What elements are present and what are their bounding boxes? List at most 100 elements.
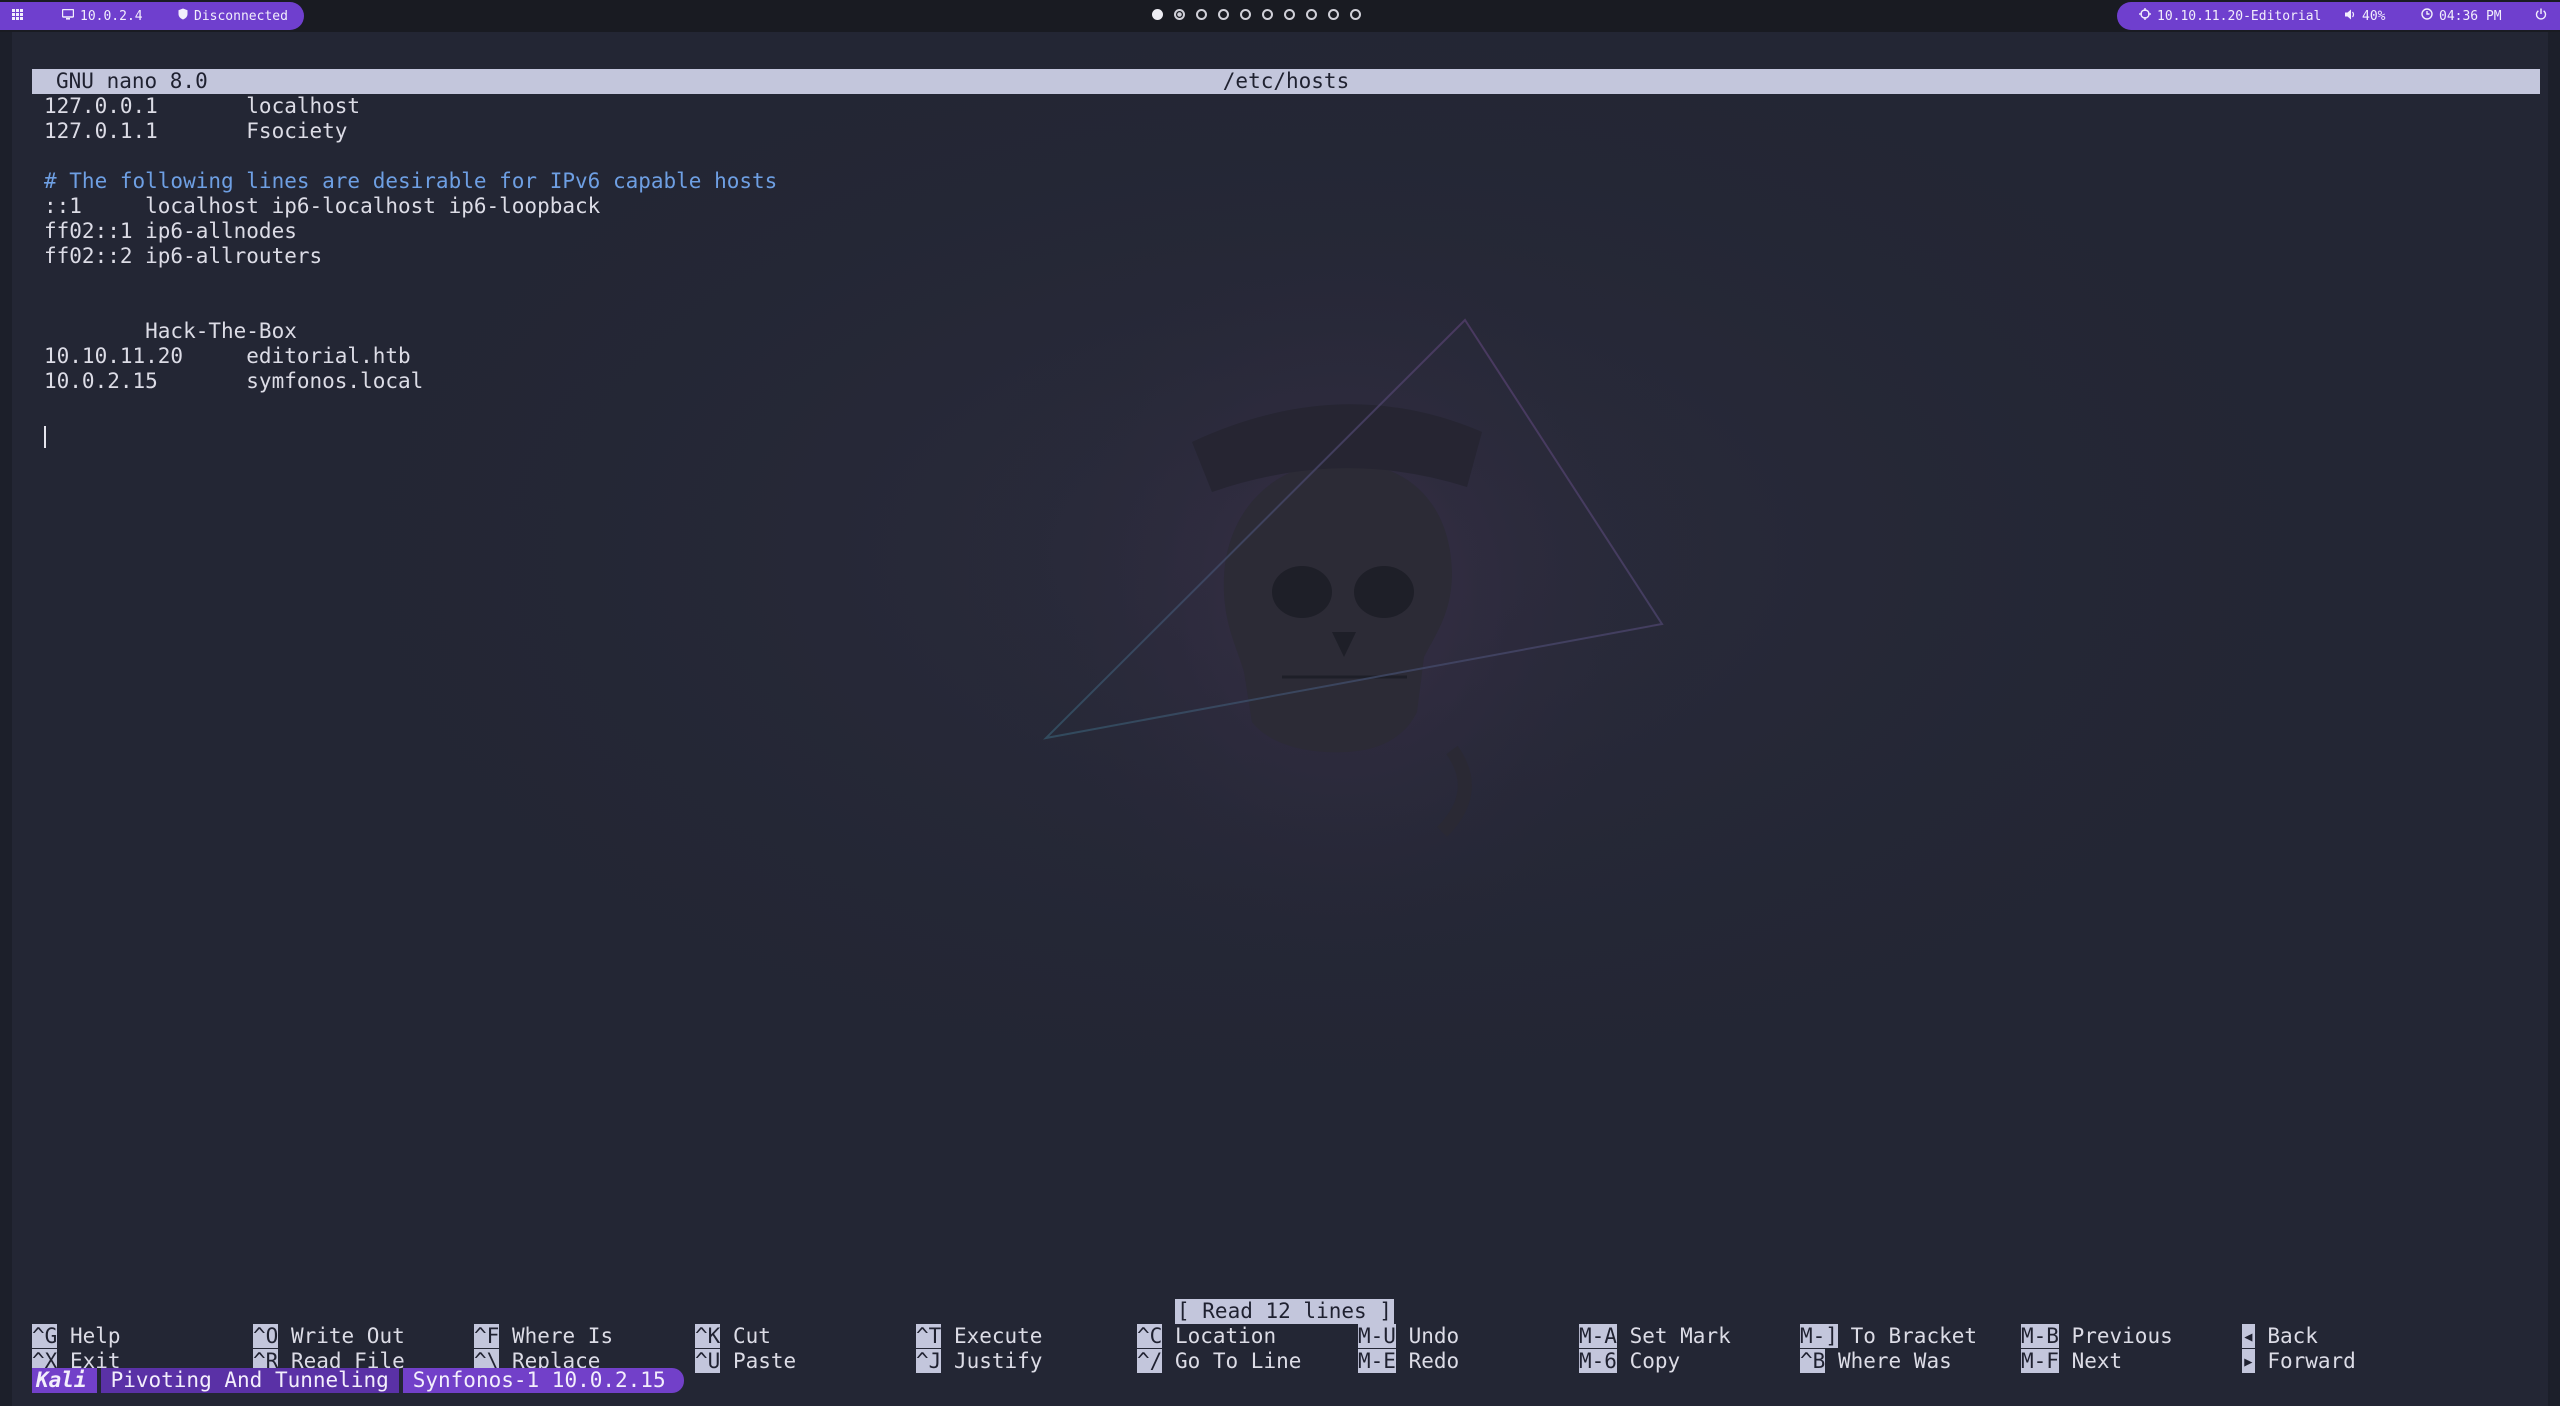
shortcut-label: Write Out	[290, 1324, 405, 1348]
shortcut-item: ◂ Back	[2242, 1324, 2318, 1349]
shortcut-key: M-U	[1358, 1324, 1396, 1348]
workspace-dot-8[interactable]	[1306, 9, 1317, 20]
target-text: 10.10.11.20-Editorial	[2157, 8, 2322, 24]
shortcut-label: Undo	[1408, 1324, 1460, 1348]
text-line: 10.0.2.15 symfonos.local	[44, 369, 424, 393]
shortcut-key: ^O	[253, 1324, 279, 1348]
shortcut-key: M-F	[2021, 1349, 2059, 1373]
shortcut-label: Where Was	[1837, 1349, 1952, 1373]
clock-icon	[2421, 8, 2433, 24]
shortcut-item: ^F Where Is	[474, 1324, 613, 1349]
shortcut-item: ^J Justify	[916, 1349, 1042, 1374]
shortcut-key: ^/	[1137, 1349, 1163, 1373]
file-name: /etc/hosts	[1222, 69, 1350, 93]
shortcut-item: ^B Where Was	[1800, 1349, 1952, 1374]
shortcut-key: M-B	[2021, 1324, 2059, 1348]
shortcut-label: Set Mark	[1629, 1324, 1731, 1348]
shortcut-item: M-B Previous	[2021, 1324, 2173, 1349]
speaker-icon	[2345, 9, 2356, 24]
tmux-status-bar: Kali Pivoting And Tunneling Synfonos-1 1…	[32, 1368, 684, 1393]
text-line: 10.10.11.20 editorial.htb	[44, 344, 411, 368]
shortcut-label: Justify	[953, 1349, 1043, 1373]
shortcut-key: ◂	[2242, 1324, 2255, 1348]
shortcut-label: Back	[2267, 1324, 2318, 1348]
workspace-dot-10[interactable]	[1350, 9, 1361, 20]
shortcut-item: ^T Execute	[916, 1324, 1042, 1349]
workspace-dot-7[interactable]	[1284, 9, 1295, 20]
shortcut-item: ^/ Go To Line	[1137, 1349, 1301, 1374]
shortcut-label: Redo	[1408, 1349, 1460, 1373]
shortcut-key: ^C	[1137, 1324, 1163, 1348]
target-indicator[interactable]: 10.10.11.20-Editorial	[2139, 8, 2321, 24]
shortcut-label: Help	[69, 1324, 121, 1348]
text-cursor	[44, 426, 46, 448]
shortcut-label: Go To Line	[1174, 1349, 1302, 1373]
tmux-window-tab[interactable]: Pivoting And Tunneling	[100, 1368, 399, 1393]
text-line: 127.0.1.1 Fsociety	[44, 119, 348, 143]
shortcut-key: ^F	[474, 1324, 500, 1348]
text-line: ff02::2 ip6-allrouters	[44, 244, 323, 268]
shortcut-item: M-E Redo	[1358, 1349, 1459, 1374]
shortcut-item: ^O Write Out	[253, 1324, 405, 1349]
workspace-dot-4[interactable]	[1218, 9, 1229, 20]
local-ip-indicator[interactable]: 10.0.2.4	[61, 8, 143, 24]
menu-button[interactable]	[12, 8, 23, 24]
shortcut-key: ^B	[1800, 1349, 1826, 1373]
clock-text: 04:36 PM	[2439, 8, 2502, 24]
workspace-switcher	[1152, 9, 1361, 20]
shortcut-label: Location	[1174, 1324, 1277, 1348]
target-icon	[2139, 8, 2151, 24]
shortcut-key: M-]	[1800, 1324, 1838, 1348]
status-message: [ Read 12 lines ]	[1175, 1299, 1394, 1324]
shortcut-key: ^J	[916, 1349, 942, 1373]
shortcut-label: Next	[2071, 1349, 2123, 1373]
shortcut-key: ^U	[695, 1349, 721, 1373]
shortcut-label: Copy	[1629, 1349, 1681, 1373]
workspace-dot-9[interactable]	[1328, 9, 1339, 20]
shortcut-key: ^T	[916, 1324, 942, 1348]
local-ip-text: 10.0.2.4	[80, 8, 143, 24]
shortcut-item: ▸ Forward	[2242, 1349, 2356, 1374]
shortcut-item: M-6 Copy	[1579, 1349, 1680, 1374]
shortcut-key: ^K	[695, 1324, 721, 1348]
vpn-status-indicator[interactable]: Disconnected	[178, 8, 288, 24]
shortcut-key: M-E	[1358, 1349, 1396, 1373]
workspace-dot-1[interactable]	[1152, 9, 1163, 20]
terminal-window[interactable]: GNU nano 8.0 /etc/hosts 127.0.0.1 localh…	[12, 32, 2548, 1406]
comment-line: # The following lines are desirable for …	[44, 169, 778, 193]
top-bar-left-module: 10.0.2.4 Disconnected	[0, 2, 304, 30]
workspace-dot-6[interactable]	[1262, 9, 1273, 20]
tmux-window-tab[interactable]: Synfonos-1 10.0.2.15	[402, 1368, 684, 1393]
shield-icon	[178, 8, 188, 24]
shortcut-item: ^U Paste	[695, 1349, 796, 1374]
top-bar-right-module: 10.10.11.20-Editorial 40% 04:36 PM	[2117, 2, 2560, 30]
shortcut-label: Forward	[2267, 1349, 2356, 1373]
volume-indicator[interactable]: 40%	[2345, 9, 2385, 24]
workspace-dot-5[interactable]	[1240, 9, 1251, 20]
vpn-status-text: Disconnected	[194, 8, 288, 24]
workspace-dot-3[interactable]	[1196, 9, 1207, 20]
shortcut-label: Cut	[732, 1324, 771, 1348]
shortcut-item: ^K Cut	[695, 1324, 771, 1349]
monitor-icon	[61, 8, 75, 24]
shortcut-item: M-A Set Mark	[1579, 1324, 1731, 1349]
shortcut-label: Paste	[732, 1349, 797, 1373]
wallpaper-skull-image	[12, 32, 2548, 1406]
shortcut-item: M-U Undo	[1358, 1324, 1459, 1349]
tmux-session-name: Kali	[32, 1368, 97, 1393]
shortcut-key: ▸	[2242, 1349, 2255, 1373]
shortcut-key: ^G	[32, 1324, 58, 1348]
shortcut-item: M-] To Bracket	[1800, 1324, 1977, 1349]
text-line: ff02::1 ip6-allnodes	[44, 219, 297, 243]
volume-text: 40%	[2362, 8, 2386, 24]
power-button[interactable]	[2535, 8, 2547, 24]
shortcut-label: Where Is	[511, 1324, 614, 1348]
text-line: ::1 localhost ip6-localhost ip6-loopback	[44, 194, 601, 218]
workspace-dot-2[interactable]	[1174, 9, 1185, 20]
power-icon	[2535, 8, 2547, 24]
shortcut-label: To Bracket	[1850, 1324, 1978, 1348]
shortcut-item: M-F Next	[2021, 1349, 2122, 1374]
clock-indicator[interactable]: 04:36 PM	[2421, 8, 2502, 24]
grid-icon	[12, 8, 23, 24]
top-bar: 10.0.2.4 Disconnected 10.10.11.20-Editor…	[0, 0, 2560, 32]
